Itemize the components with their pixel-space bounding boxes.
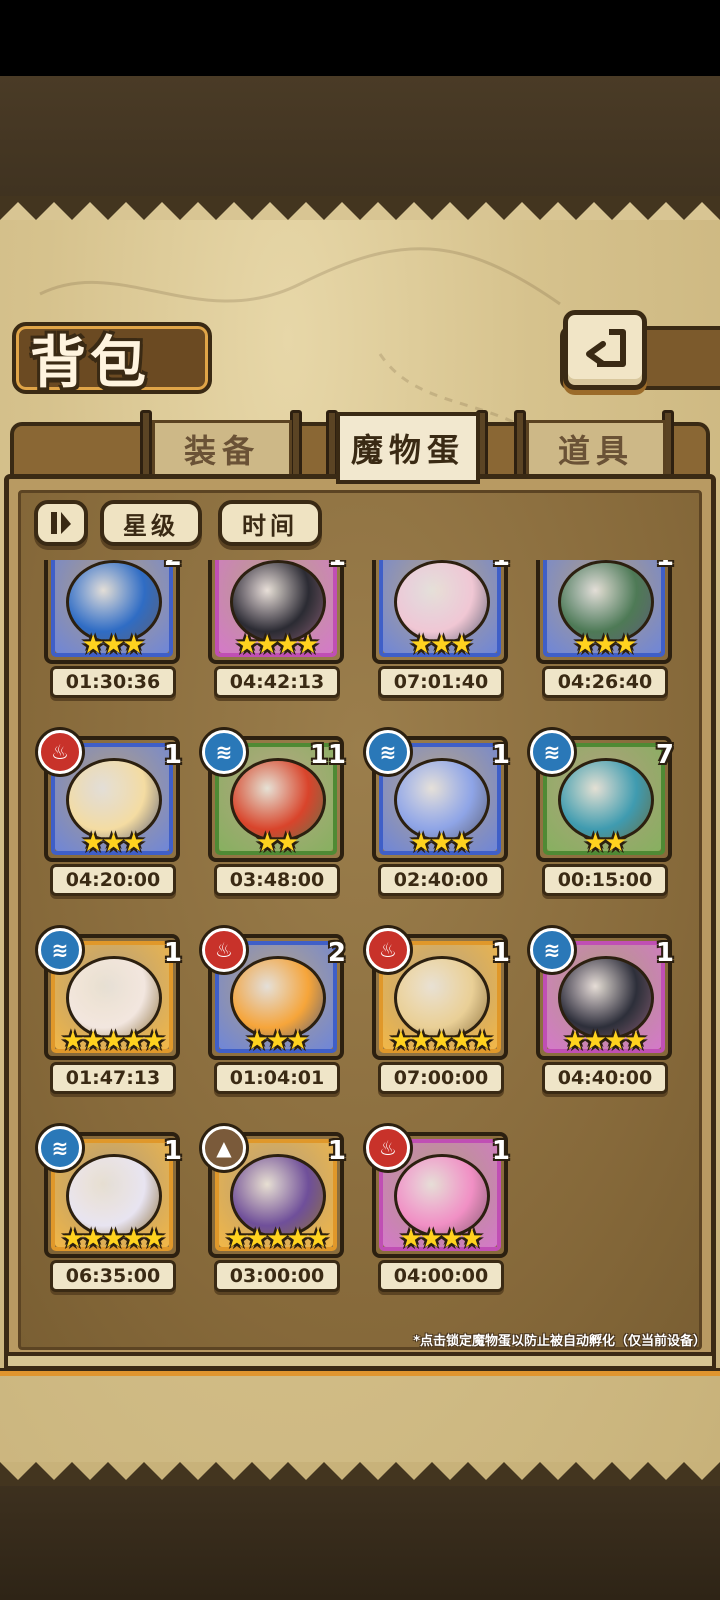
egg-card[interactable]: 2 ★★★ 01:04:01 ♨ bbox=[186, 928, 346, 1094]
sort-by-time-label: 时间 bbox=[242, 511, 298, 540]
egg-count: 1 bbox=[163, 740, 182, 770]
egg-count: 1 bbox=[327, 1136, 346, 1166]
hatch-timer: 04:42:13 bbox=[214, 666, 340, 698]
egg-count: 1 bbox=[163, 938, 182, 968]
egg-count: 2 bbox=[327, 938, 346, 968]
map-background-top bbox=[0, 76, 720, 206]
egg-card[interactable]: 1 ★★★★★ 06:35:00 ≋ bbox=[22, 1126, 182, 1292]
fire-element-icon: ♨ bbox=[366, 1126, 410, 1170]
water-element-icon: ≋ bbox=[202, 730, 246, 774]
sort-order-toggle[interactable] bbox=[34, 500, 88, 546]
egg-count: 1 bbox=[491, 740, 510, 770]
hatch-timer: 01:30:36 bbox=[50, 666, 176, 698]
egg-card[interactable]: 7 ★★ 00:15:00 ≋ bbox=[514, 730, 674, 896]
egg-card[interactable]: 1 ★★★★★ 07:00:00 ♨ bbox=[350, 928, 510, 1094]
hatch-timer: 03:00:00 bbox=[214, 1260, 340, 1292]
star-rating: ★★★★★ bbox=[61, 1026, 166, 1056]
status-bar bbox=[0, 0, 720, 76]
egg-count: 1 bbox=[470, 560, 510, 572]
egg-card[interactable]: 1 ★★★★★ 01:47:13 ≋ bbox=[22, 928, 182, 1094]
egg-count: 1 bbox=[634, 560, 674, 572]
egg-count: 2 bbox=[142, 560, 182, 572]
sort-by-star-label: 星级 bbox=[123, 511, 179, 540]
egg-card[interactable]: 1 ★★★★ 04:00:00 ♨ bbox=[350, 1126, 510, 1292]
hatch-timer: 07:00:00 bbox=[378, 1062, 504, 1094]
map-background-bottom bbox=[0, 1470, 720, 1600]
tab-monster-eggs[interactable]: 魔物蛋 bbox=[336, 412, 480, 484]
back-arrow-icon bbox=[586, 329, 626, 367]
water-element-icon: ≋ bbox=[530, 730, 574, 774]
water-element-icon: ≋ bbox=[530, 928, 574, 972]
water-element-icon: ≋ bbox=[38, 928, 82, 972]
lock-hint-text: *点击锁定魔物蛋以防止被自动孵化（仅当前设备） bbox=[413, 1334, 706, 1349]
star-rating: ★★ bbox=[255, 828, 300, 858]
tab-post bbox=[514, 410, 526, 482]
star-rating: ★★★ bbox=[81, 630, 146, 660]
star-rating: ★★★★ bbox=[235, 630, 319, 660]
tab-items-label: 道具 bbox=[557, 432, 634, 470]
star-rating: ★★★★ bbox=[399, 1224, 483, 1254]
star-rating: ★★★ bbox=[409, 828, 474, 858]
hatch-timer: 04:26:40 bbox=[542, 666, 668, 698]
hatch-timer: 04:40:00 bbox=[542, 1062, 668, 1094]
tab-post bbox=[140, 410, 152, 482]
egg-card[interactable]: 1 ★★★ 07:01:40 bbox=[350, 560, 510, 698]
hatch-timer: 03:48:00 bbox=[214, 864, 340, 896]
sort-toggle-icon bbox=[51, 512, 71, 534]
egg-count: 11 bbox=[309, 740, 346, 770]
sort-by-time-button[interactable]: 时间 bbox=[218, 500, 322, 546]
hatch-timer: 02:40:00 bbox=[378, 864, 504, 896]
star-rating: ★★★ bbox=[245, 1026, 310, 1056]
fire-element-icon: ♨ bbox=[202, 928, 246, 972]
egg-count: 1 bbox=[655, 938, 674, 968]
egg-card[interactable]: 11 ★★ 03:48:00 ≋ bbox=[186, 730, 346, 896]
egg-grid[interactable]: 2★★★01:30:361★★★★04:42:131★★★07:01:401★★… bbox=[22, 560, 702, 1330]
star-rating: ★★★ bbox=[81, 828, 146, 858]
egg-count: 1 bbox=[491, 1136, 510, 1166]
hatch-timer: 04:20:00 bbox=[50, 864, 176, 896]
zigzag-border-top bbox=[0, 196, 720, 220]
hatch-timer: 04:00:00 bbox=[378, 1260, 504, 1292]
egg-card[interactable]: 1 ★★★ 02:40:00 ≋ bbox=[350, 730, 510, 896]
tab-equipment[interactable]: 装备 bbox=[152, 420, 292, 478]
egg-card[interactable]: 2 ★★★ 01:30:36 bbox=[22, 560, 182, 698]
star-rating: ★★★★★ bbox=[225, 1224, 330, 1254]
egg-card[interactable]: 1 ★★★★ 04:42:13 bbox=[186, 560, 346, 698]
tab-items[interactable]: 道具 bbox=[526, 420, 666, 478]
hatch-timer: 00:15:00 bbox=[542, 864, 668, 896]
star-rating: ★★★ bbox=[409, 630, 474, 660]
star-rating: ★★★★★ bbox=[389, 1026, 494, 1056]
star-rating: ★★★ bbox=[573, 630, 638, 660]
back-button[interactable] bbox=[563, 310, 647, 390]
water-element-icon: ≋ bbox=[366, 730, 410, 774]
egg-count: 1 bbox=[491, 938, 510, 968]
egg-count: 1 bbox=[306, 560, 346, 572]
hatch-timer: 01:04:01 bbox=[214, 1062, 340, 1094]
star-rating: ★★★★★ bbox=[61, 1224, 166, 1254]
egg-card[interactable]: 1 ★★★ 04:26:40 bbox=[514, 560, 674, 698]
tab-monster-eggs-label: 魔物蛋 bbox=[350, 431, 465, 469]
egg-card[interactable]: 1 ★★★★ 04:40:00 ≋ bbox=[514, 928, 674, 1094]
egg-count: 7 bbox=[655, 740, 674, 770]
water-element-icon: ≋ bbox=[38, 1126, 82, 1170]
fire-element-icon: ♨ bbox=[38, 730, 82, 774]
zigzag-border-bottom bbox=[0, 1462, 720, 1486]
page-title: 背包 bbox=[30, 331, 150, 396]
egg-card[interactable]: 1 ★★★ 04:20:00 ♨ bbox=[22, 730, 182, 896]
egg-card[interactable]: 1 ★★★★★ 03:00:00 ▲ bbox=[186, 1126, 346, 1292]
egg-count: 1 bbox=[163, 1136, 182, 1166]
tab-equipment-label: 装备 bbox=[183, 432, 260, 470]
star-rating: ★★★★ bbox=[563, 1026, 647, 1056]
hatch-timer: 01:47:13 bbox=[50, 1062, 176, 1094]
fire-element-icon: ♨ bbox=[366, 928, 410, 972]
hatch-timer: 06:35:00 bbox=[50, 1260, 176, 1292]
star-rating: ★★ bbox=[583, 828, 628, 858]
sort-by-star-button[interactable]: 星级 bbox=[100, 500, 202, 546]
earth-element-icon: ▲ bbox=[202, 1126, 246, 1170]
hatch-timer: 07:01:40 bbox=[378, 666, 504, 698]
panel-bottom-trim bbox=[0, 1368, 720, 1376]
